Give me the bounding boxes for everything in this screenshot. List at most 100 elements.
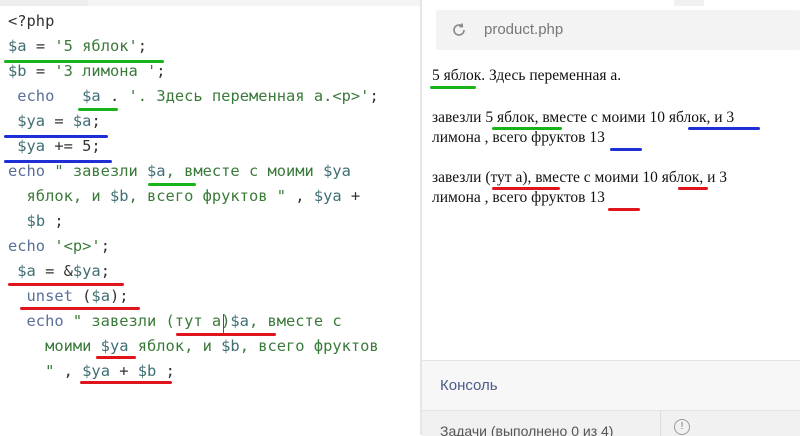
output-line: 5 яблок. Здесь переменная а. [432, 67, 622, 84]
console-tab[interactable]: Консоль [440, 361, 498, 411]
code-line[interactable]: $b ; [8, 209, 64, 233]
tasks-panel[interactable]: Задачи (выполнено 0 из 4) ! [422, 410, 800, 436]
underline-red [678, 187, 708, 190]
underline-red [96, 356, 136, 359]
underline-red [80, 381, 172, 384]
code-line[interactable]: $a = '5 яблок'; [8, 34, 147, 58]
output-line: завезли 5 яблок, вместе с моими 10 яблок… [432, 109, 735, 126]
code-token: = [45, 112, 73, 130]
code-line[interactable]: unset ($a); [8, 284, 129, 308]
underline-red [20, 307, 140, 310]
code-token: $a [72, 112, 92, 130]
code-token: , всего фруктов " [128, 187, 287, 205]
code-token: $a [147, 162, 166, 180]
code-token: $a [230, 312, 249, 330]
code-token: $a [82, 87, 101, 105]
code-token: " завезли (тут а) [63, 312, 231, 330]
code-line[interactable]: " , $ya + $b ; [8, 359, 175, 383]
code-token: яблок, и [128, 337, 222, 355]
code-token: = [26, 62, 55, 80]
code-token: ; [100, 237, 110, 255]
underline-green [4, 60, 164, 63]
underline-blue [4, 160, 112, 163]
code-token: ; [45, 212, 64, 230]
code-line[interactable]: $ya = $a; [8, 109, 101, 133]
code-line[interactable]: моими $ya яблок, и $b, всего фруктов [8, 334, 379, 358]
code-token: '<p>' [54, 237, 101, 255]
code-token: " завезли [45, 162, 148, 180]
code-token: , всего фруктов [239, 337, 379, 355]
code-token: = & [35, 262, 73, 280]
tasks-separator [660, 411, 661, 436]
code-token: echo [8, 237, 46, 255]
code-token: ; [100, 262, 110, 280]
code-token: $ya [8, 112, 46, 130]
code-token: ; [156, 62, 166, 80]
code-line[interactable]: яблок, и $b, всего фруктов " , $ya + [8, 184, 361, 208]
code-token: ; [369, 87, 379, 105]
console-panel[interactable]: Консоль [422, 360, 800, 411]
preview-tab[interactable] [674, 0, 704, 6]
output-line: лимона , всего фруктов 13 [432, 129, 605, 146]
code-token: $a [8, 37, 27, 55]
code-token: $b [8, 62, 27, 80]
editor-tab[interactable] [0, 0, 88, 6]
code-token: $ya [323, 162, 351, 180]
underline-red [492, 187, 560, 190]
code-token: $a [91, 287, 110, 305]
editor-tab-strip [0, 0, 420, 6]
refresh-icon[interactable] [450, 21, 468, 39]
code-token: + [341, 187, 361, 205]
info-icon[interactable]: ! [674, 419, 690, 435]
code-token: $ya [8, 137, 46, 155]
code-line[interactable]: echo '<p>'; [8, 234, 110, 258]
code-token: $b [109, 187, 129, 205]
code-token: яблок, и [8, 187, 110, 205]
code-token: " [8, 362, 55, 380]
code-token: ); [109, 287, 129, 305]
code-token: , [54, 362, 83, 380]
code-token: ( [72, 287, 92, 305]
code-token: echo [8, 162, 46, 180]
underline-green [78, 108, 118, 111]
address-bar[interactable]: product.php [436, 10, 800, 50]
code-token: $b [137, 362, 157, 380]
code-token: echo [8, 312, 64, 330]
code-token: , вместе с [248, 312, 342, 330]
code-line[interactable]: echo $a . '. Здесь переменная а.<p>'; [8, 84, 379, 108]
underline-red [608, 208, 640, 211]
code-token: '. Здесь переменная а.<p>' [128, 87, 370, 105]
code-token: , вместе с моими [165, 162, 324, 180]
code-line[interactable]: $a = &$ya; [8, 259, 110, 283]
code-token: += 5; [45, 137, 101, 155]
underline-blue [4, 135, 108, 138]
code-token: ; [156, 362, 175, 380]
code-token: $b [221, 337, 240, 355]
underline-green [430, 86, 476, 89]
underline-red [176, 333, 276, 336]
output-line: завезли (тут а), вместе с моими 10 яблок… [432, 169, 728, 186]
code-editor[interactable]: <?php $a = '5 яблок'; $b = '3 лимона '; ec… [0, 0, 420, 435]
underline-green [148, 183, 196, 186]
tasks-tab[interactable]: Задачи (выполнено 0 из 4) [440, 423, 613, 436]
underline-blue [610, 148, 642, 151]
code-token: <?php [8, 12, 55, 30]
code-token: ; [91, 112, 101, 130]
code-token: '3 лимона ' [54, 62, 157, 80]
code-token: $a [8, 262, 36, 280]
code-line[interactable]: echo " завезли (тут а)$a, вместе с [8, 309, 342, 333]
code-token: моими [8, 337, 101, 355]
code-line[interactable]: <?php [8, 9, 54, 33]
code-token: $ya [82, 362, 110, 380]
code-token: $ya [313, 187, 342, 205]
code-token: ; [137, 37, 148, 55]
underline-green [492, 127, 562, 130]
text-cursor [223, 314, 224, 334]
code-token: $ya [100, 337, 129, 355]
code-token: = [26, 37, 55, 55]
underline-blue [688, 127, 760, 130]
code-token: '5 яблок' [54, 37, 138, 55]
